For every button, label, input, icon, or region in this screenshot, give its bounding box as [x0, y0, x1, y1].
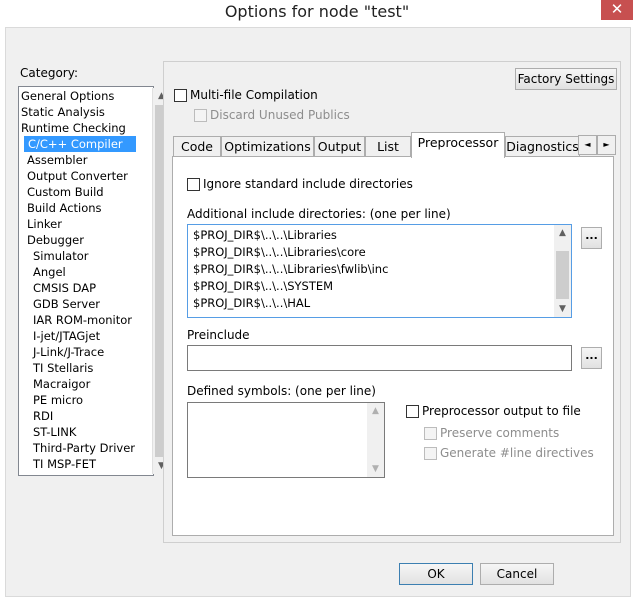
category-item[interactable]: IAR ROM-monitor — [33, 312, 132, 328]
include-dirs-textarea[interactable]: $PROJ_DIR$\..\..\Libraries $PROJ_DIR$\..… — [187, 224, 572, 318]
category-item[interactable]: TI MSP-FET — [33, 456, 96, 472]
preserve-comments-label: Preserve comments — [440, 426, 560, 440]
include-browse-button[interactable]: ... — [581, 227, 602, 249]
category-item[interactable]: Linker — [27, 216, 62, 232]
tab-diagnostics[interactable]: Diagnostics — [505, 136, 580, 157]
multifile-label: Multi-file Compilation — [190, 88, 318, 102]
category-item[interactable]: GDB Server — [33, 296, 100, 312]
include-line: $PROJ_DIR$\..\..\Libraries — [193, 228, 337, 242]
tab-output[interactable]: Output — [314, 136, 365, 157]
category-item[interactable]: Static Analysis — [21, 104, 105, 120]
category-item[interactable]: Macraigor — [33, 376, 90, 392]
category-item[interactable]: PE micro — [33, 392, 83, 408]
window-title: Options for node "test" — [224, 2, 410, 21]
preinclude-input[interactable] — [187, 345, 572, 371]
cancel-button[interactable]: Cancel — [480, 563, 554, 585]
defined-symbols-textarea[interactable]: ▲ ▼ — [187, 402, 385, 478]
include-line: $PROJ_DIR$\..\..\Libraries\fwlib\inc — [193, 262, 389, 276]
category-item[interactable]: ST-LINK — [33, 424, 76, 440]
tab-preprocessor[interactable]: Preprocessor — [411, 132, 505, 158]
include-dirs-label: Additional include directories: (one per… — [187, 207, 451, 221]
defined-scrollbar[interactable]: ▲ ▼ — [367, 403, 384, 477]
category-item[interactable]: Custom Build — [27, 184, 104, 200]
ok-button[interactable]: OK — [399, 563, 473, 585]
scroll-down-icon[interactable]: ▼ — [554, 301, 571, 317]
tab-list[interactable]: List — [365, 136, 411, 157]
category-item[interactable]: Third-Party Driver — [33, 440, 135, 456]
discard-checkbox[interactable] — [194, 109, 207, 122]
tab-scroll-right-icon[interactable]: ► — [597, 135, 616, 155]
category-item[interactable]: I-jet/JTAGjet — [33, 328, 100, 344]
factory-settings-button[interactable]: Factory Settings — [515, 68, 617, 90]
category-list[interactable]: General Options Static Analysis Runtime Ch… — [18, 86, 170, 476]
scroll-up-icon[interactable]: ▲ — [554, 225, 571, 241]
category-item[interactable]: RDI — [33, 408, 53, 424]
category-item[interactable]: J-Link/J-Trace — [33, 344, 104, 360]
scroll-up-icon[interactable]: ▲ — [367, 403, 384, 419]
include-scrollbar[interactable]: ▲ ▼ — [554, 225, 571, 317]
tab-code[interactable]: Code — [173, 136, 221, 157]
scroll-down-icon[interactable]: ▼ — [367, 461, 384, 477]
category-item[interactable]: Output Converter — [27, 168, 128, 184]
category-item[interactable]: General Options — [21, 88, 114, 104]
include-line: $PROJ_DIR$\..\..\Libraries\core — [193, 245, 366, 259]
category-item[interactable]: Simulator — [33, 248, 89, 264]
generate-line-label: Generate #line directives — [440, 446, 594, 460]
category-label: Category: — [20, 66, 78, 80]
tab-optimizations[interactable]: Optimizations — [221, 136, 314, 157]
generate-line-checkbox[interactable] — [424, 447, 437, 460]
ignore-std-checkbox[interactable] — [187, 178, 200, 191]
category-item[interactable]: Debugger — [27, 232, 84, 248]
category-item[interactable]: C/C++ Compiler — [24, 136, 136, 152]
category-item[interactable]: Runtime Checking — [21, 120, 126, 136]
include-line: $PROJ_DIR$\..\..\HAL — [193, 296, 311, 310]
defined-symbols-label: Defined symbols: (one per line) — [187, 384, 376, 398]
ignore-std-label: Ignore standard include directories — [203, 177, 413, 191]
category-item[interactable]: TI Stellaris — [33, 360, 93, 376]
category-item[interactable]: Build Actions — [27, 200, 102, 216]
pp-output-label: Preprocessor output to file — [422, 404, 581, 418]
category-item[interactable]: Assembler — [27, 152, 87, 168]
tab-scroll-left-icon[interactable]: ◄ — [578, 135, 597, 155]
multifile-checkbox[interactable] — [174, 89, 187, 102]
pp-output-checkbox[interactable] — [406, 405, 419, 418]
discard-label: Discard Unused Publics — [210, 108, 350, 122]
category-item[interactable]: CMSIS DAP — [33, 280, 96, 296]
category-item[interactable]: Angel — [33, 264, 66, 280]
scroll-thumb[interactable] — [556, 251, 569, 299]
preinclude-browse-button[interactable]: ... — [581, 347, 602, 369]
include-line: $PROJ_DIR$\..\..\SYSTEM — [193, 279, 334, 293]
preserve-comments-checkbox[interactable] — [424, 427, 437, 440]
preinclude-label: Preinclude — [187, 328, 250, 342]
close-button[interactable]: ✕ — [601, 0, 633, 20]
